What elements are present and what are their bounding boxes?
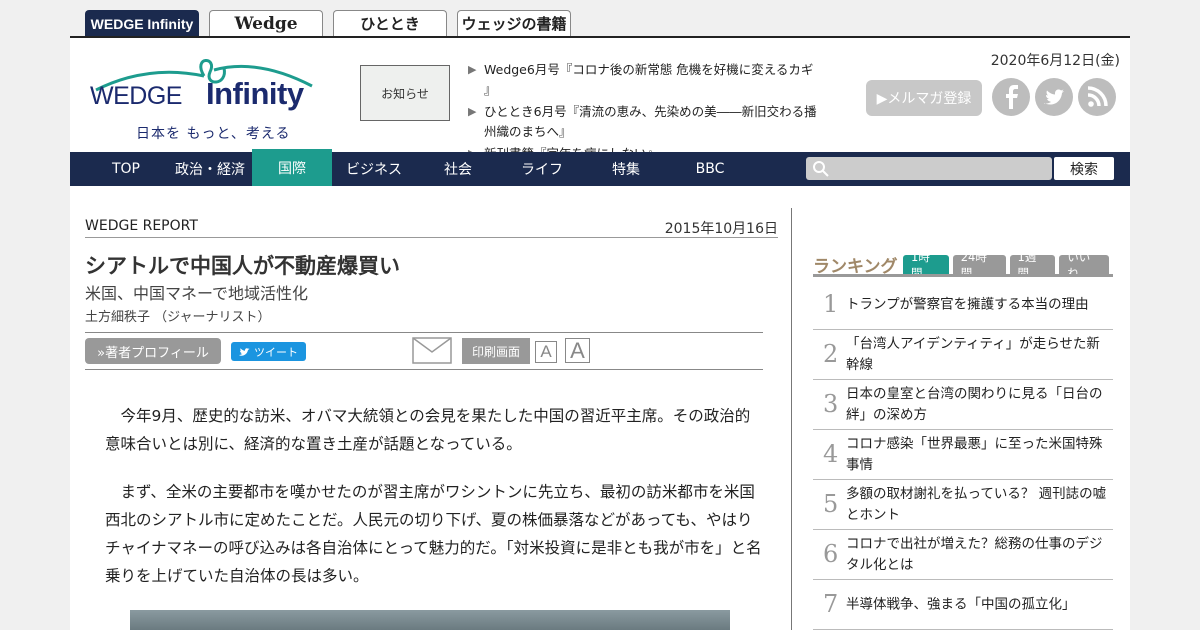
nav-item-special[interactable]: 特集 [584,152,668,186]
site-tab-wedge-infinity[interactable]: WEDGE Infinity [85,10,199,36]
ranking-item[interactable]: 1 トランプが警察官を擁護する本当の理由 [813,280,1113,330]
ranking-item-title[interactable]: 日本の皇室と台湾の関わりに見る「日台の絆」の深め方 [846,384,1111,426]
rss-icon[interactable] [1078,78,1116,116]
ranking-tab-24h[interactable]: 24時間 [952,250,1006,280]
twitter-bird-icon [239,347,250,356]
notice-button[interactable]: お知らせ [360,65,450,121]
ranking-item[interactable]: 3 日本の皇室と台湾の関わりに見る「日台の絆」の深め方 [813,380,1113,430]
page: WEDGE Infinity 日本を もっと、考える お知らせ ▶ Wedge6月… [70,36,1130,630]
logo-wedge-text: WEDGE [90,82,182,110]
nav-item-life[interactable]: ライフ [500,152,584,186]
ranking-tab-week[interactable]: 1週間 [1009,250,1056,280]
ranking-item-title[interactable]: 半導体戦争、強まる「中国の孤立化」 [846,594,1111,615]
ranking-item[interactable]: 4 コロナ感染「世界最悪」に至った米国特殊事情 [813,430,1113,480]
ranking-number: 3 [823,390,839,418]
ranking-item-title[interactable]: 「台湾人アイデンティティ」が走らせた新幹線 [846,334,1111,376]
site-tab-wedge[interactable]: Wedge [209,10,323,36]
site-tabs: WEDGE Infinity Wedge ひととき ウェッジの書籍 [85,10,581,36]
ranking-number: 4 [823,440,839,468]
ranking-list: 1 トランプが警察官を擁護する本当の理由 2 「台湾人アイデンティティ」が走らせた新… [813,280,1113,630]
ranking-item-title[interactable]: 多額の取材謝礼を払っている？ 週刊誌の嘘とホント [846,484,1111,526]
article-photo [130,610,730,630]
ranking-number: 7 [823,590,839,618]
author-profile-button[interactable]: »著者プロフィール [85,338,221,364]
ranking-item[interactable]: 6 コロナで出社が増えた？総務の仕事のデジタル化とは [813,530,1113,580]
ranking-item[interactable]: 2 「台湾人アイデンティティ」が走らせた新幹線 [813,330,1113,380]
article-body: 今年9月、歴史的な訪米、オバマ大統領との会見を果たした中国の習近平主席。その政治… [105,402,765,610]
divider [85,332,763,333]
nav-item-international[interactable]: 国際 [252,149,332,186]
logo-tagline: 日本を もっと、考える [136,126,291,142]
triangle-right-icon: ▶ [468,63,477,76]
news-item[interactable]: ▶ Wedge6月号『コロナ後の新常態 危機を好機に変えるカギ 』 [468,60,818,100]
ranking-item[interactable]: 7 半導体戦争、強まる「中国の孤立化」 [813,580,1113,630]
ranking-item-title[interactable]: コロナ感染「世界最悪」に至った米国特殊事情 [846,434,1111,476]
ranking-rule [813,274,1113,277]
column-divider [791,208,792,630]
search-button[interactable]: 検索 [1054,157,1114,180]
ranking-number: 5 [823,490,839,518]
print-button[interactable]: 印刷画面 [462,338,530,364]
triangle-right-icon: ▶ [468,105,477,118]
facebook-icon[interactable] [992,78,1030,116]
divider [85,237,778,238]
current-date: 2020年6月12日(金) [990,53,1120,69]
nav-item-business[interactable]: ビジネス [332,152,416,186]
article-title: シアトルで中国人が不動産爆買い [85,254,400,278]
logo-infinity-text: Infinity [206,76,304,111]
tweet-button[interactable]: ツイート [231,342,306,361]
font-size-small-button[interactable]: A [535,341,557,363]
ranking-tab-likes[interactable]: いいね [1059,250,1109,280]
nav-item-top[interactable]: TOP [84,152,168,186]
site-tab-books[interactable]: ウェッジの書籍 [457,10,571,36]
ranking-number: 6 [823,540,839,568]
main-nav: TOP 政治・経済 国際 ビジネス 社会 ライフ 特集 BBC 検索 [70,149,1130,186]
ranking-item-title[interactable]: コロナで出社が増えた？総務の仕事のデジタル化とは [846,534,1111,576]
nav-item-bbc[interactable]: BBC [668,152,752,186]
search-icon [813,161,829,177]
divider [85,369,763,370]
ranking-number: 2 [823,340,839,368]
ranking-item[interactable]: 5 多額の取材謝礼を払っている？ 週刊誌の嘘とホント [813,480,1113,530]
font-size-large-button[interactable]: A [565,338,590,363]
search-input[interactable] [806,157,1052,180]
article-date: 2015年10月16日 [664,221,778,237]
nav-item-society[interactable]: 社会 [416,152,500,186]
mail-icon[interactable] [412,337,452,364]
article-category[interactable]: WEDGE REPORT [85,218,198,234]
ranking-number: 1 [823,290,839,318]
ranking-tabs: 1時間 24時間 1週間 いいね [903,250,1113,280]
article-author: 土方細秩子 （ジャーナリスト） [85,310,271,325]
mailmag-button[interactable]: ▶メルマガ登録 [866,80,982,116]
ranking-item-title[interactable]: トランプが警察官を擁護する本当の理由 [846,294,1111,315]
article-paragraph: まず、全米の主要都市を嘆かせたのが習主席がワシントンに先立ち、最初の訪米都市を米… [105,483,762,585]
news-list: ▶ Wedge6月号『コロナ後の新常態 危機を好機に変えるカギ 』 ▶ ひととき6月… [468,60,818,166]
article-paragraph: 今年9月、歴史的な訪米、オバマ大統領との会見を果たした中国の習近平主席。その政治… [105,407,751,453]
news-item[interactable]: ▶ ひととき6月号『清流の恵み、先染めの美――新旧交わる播州織のまちへ』 [468,102,818,142]
nav-item-politics-economy[interactable]: 政治・経済 [168,152,252,186]
article-subtitle: 米国、中国マネーで地域活性化 [85,284,309,303]
twitter-icon[interactable] [1035,78,1073,116]
site-tab-hitotoki[interactable]: ひととき [333,10,447,36]
ranking-tab-1h[interactable]: 1時間 [903,250,949,280]
